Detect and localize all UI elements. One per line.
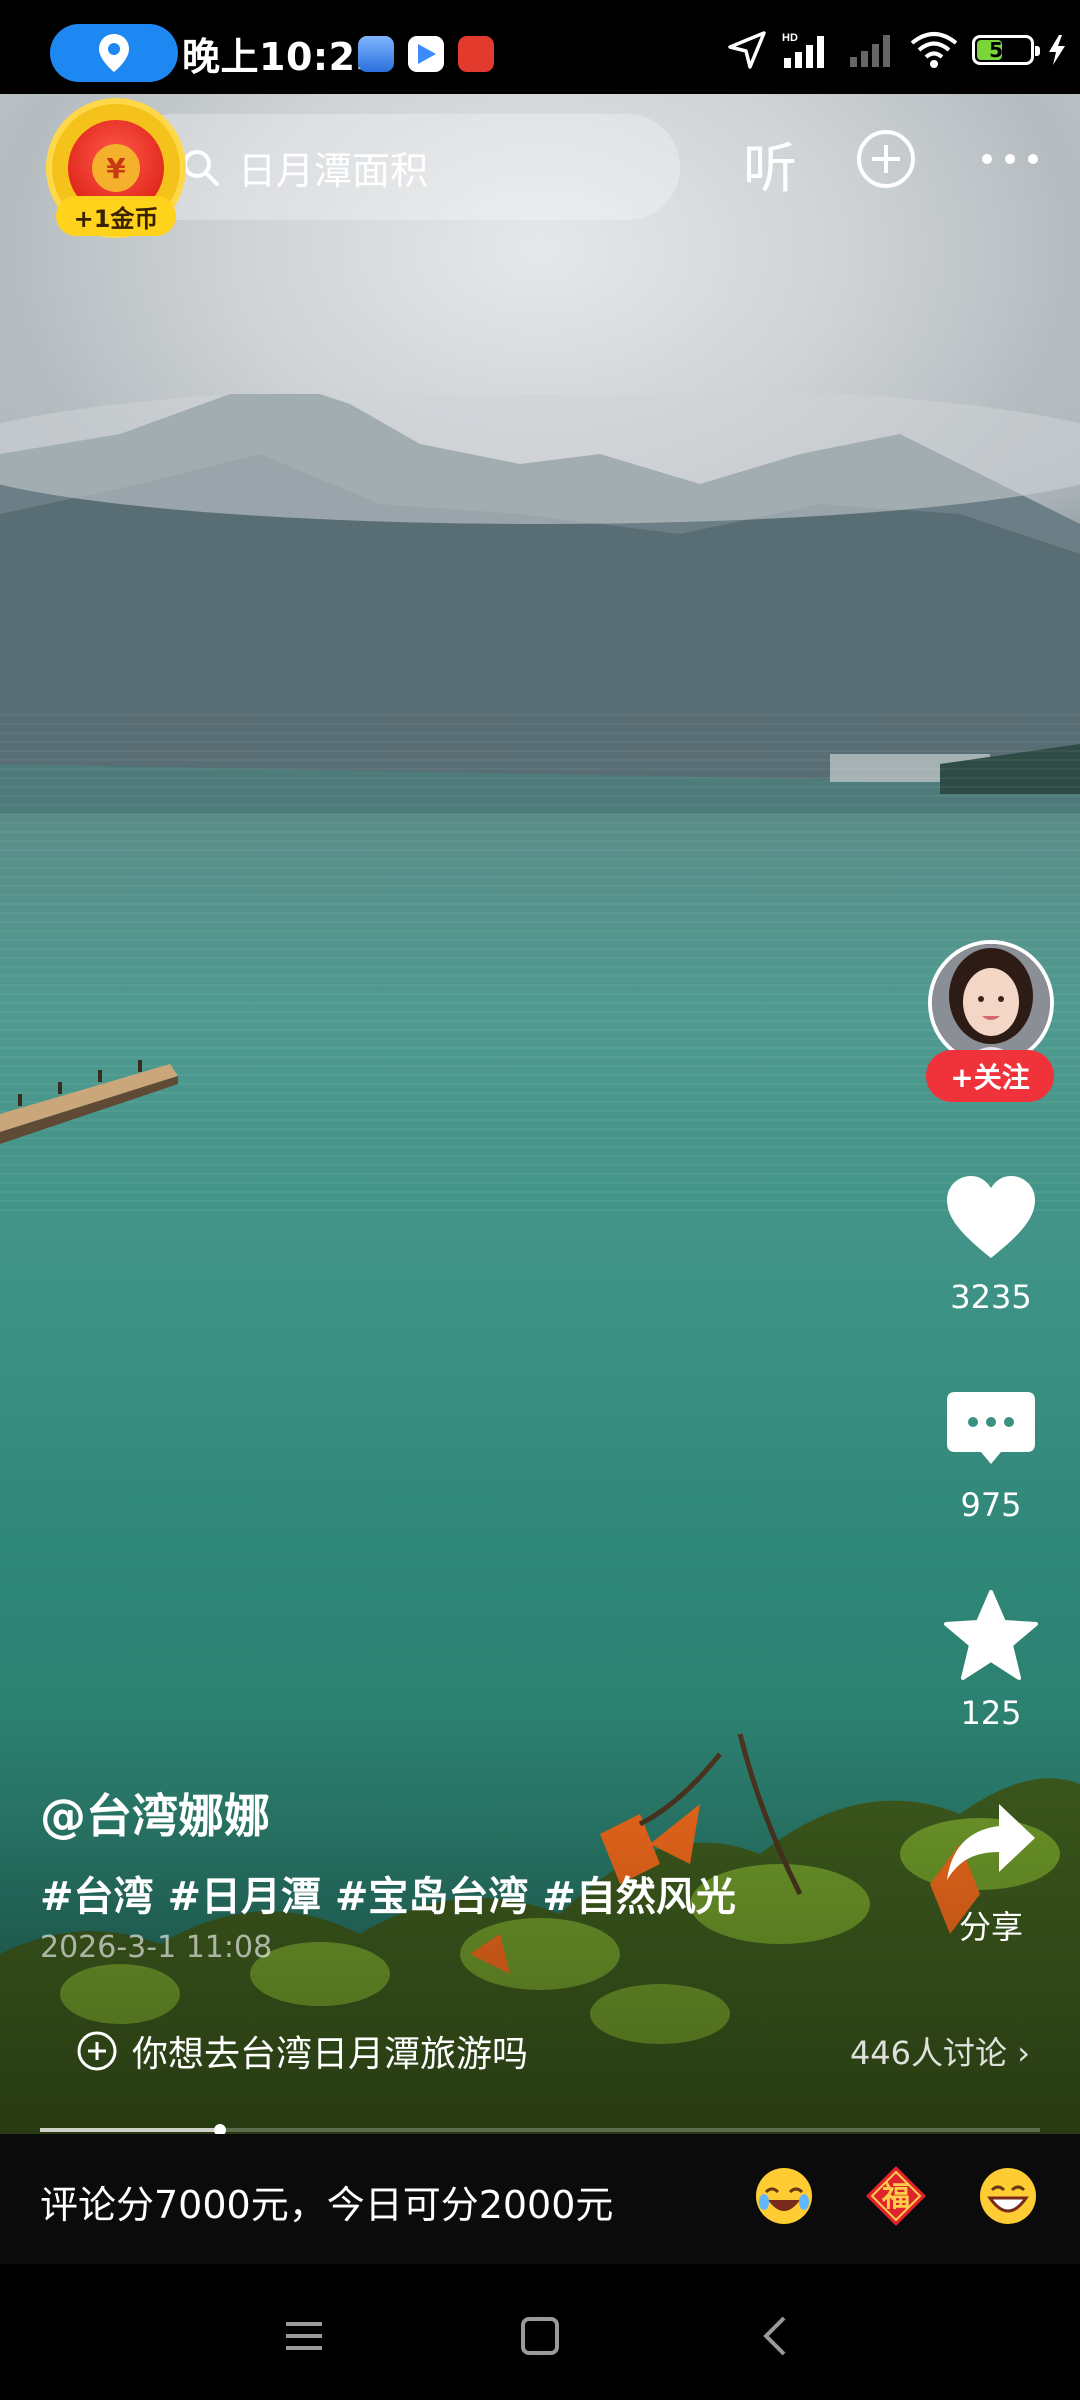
signal-weak-icon bbox=[850, 35, 890, 67]
home-icon[interactable] bbox=[510, 2306, 570, 2366]
follow-button[interactable]: +关注 bbox=[926, 1050, 1054, 1102]
play-store-icon bbox=[408, 36, 444, 72]
more-icon[interactable] bbox=[975, 134, 1045, 184]
status-bar: 晚上10:25 HD 51 bbox=[0, 0, 1080, 94]
post-date: 2026-3-1 11:08 bbox=[40, 1930, 273, 1965]
add-icon[interactable] bbox=[855, 128, 917, 190]
location-indicator[interactable] bbox=[50, 24, 178, 82]
creator-profile[interactable]: +关注 bbox=[926, 940, 1056, 1110]
status-time: 晚上10:25 bbox=[182, 35, 383, 79]
share-label: 分享 bbox=[958, 1908, 1023, 1946]
location-icon bbox=[99, 34, 129, 72]
search-bar[interactable]: 日月潭面积 bbox=[120, 114, 680, 220]
notification-icons bbox=[358, 36, 494, 72]
back-icon[interactable] bbox=[746, 2306, 806, 2366]
menu-icon[interactable] bbox=[274, 2306, 334, 2366]
svg-text:¥: ¥ bbox=[106, 152, 126, 185]
laugh-emoji-icon[interactable] bbox=[752, 2164, 816, 2228]
battery-indicator: 51 bbox=[972, 35, 1040, 65]
navigation-arrow-icon bbox=[728, 31, 766, 69]
comment-placeholder: 评论分7000元，今日可分2000元 bbox=[40, 2183, 614, 2227]
share-icon bbox=[947, 1804, 1035, 1880]
favorite-button[interactable]: 125 bbox=[926, 1586, 1056, 1732]
author-name[interactable]: @台湾娜娜 bbox=[40, 1780, 900, 1846]
comment-button[interactable]: 975 bbox=[926, 1378, 1056, 1524]
battery-level: 51 bbox=[989, 38, 1017, 62]
topic-question: 你想去台湾日月潭旅游吗 bbox=[132, 2034, 529, 2075]
wifi-icon bbox=[910, 32, 958, 68]
news-app-icon bbox=[458, 36, 494, 72]
coin-reward-label: +1金币 bbox=[56, 196, 176, 236]
video-progress-bar[interactable] bbox=[40, 2124, 1040, 2136]
grin-emoji-icon[interactable] bbox=[976, 2164, 1040, 2228]
wallet-app-icon bbox=[358, 36, 394, 72]
progress-fill bbox=[40, 2128, 220, 2132]
fu-emoji-icon[interactable]: 福 bbox=[864, 2164, 928, 2228]
signal-hd-icon: HD bbox=[782, 32, 824, 68]
comment-icon bbox=[947, 1392, 1035, 1464]
post-info: @台湾娜娜 #台湾 #日月潭 #宝岛台湾 #自然风光 2026-3-1 11:0… bbox=[40, 1780, 900, 1965]
favorite-count: 125 bbox=[960, 1694, 1022, 1732]
system-navigation-bar bbox=[0, 2264, 1080, 2400]
topic-discussion-count: 446人讨论 › bbox=[849, 2034, 1030, 2072]
comment-count: 975 bbox=[960, 1486, 1022, 1524]
listen-button[interactable]: 听 bbox=[735, 128, 805, 200]
top-bar: 日月潭面积 ¥ +1金币 听 bbox=[0, 94, 1080, 244]
svg-text:福: 福 bbox=[881, 2180, 910, 2213]
hashtags[interactable]: #台湾 #日月潭 #宝岛台湾 #自然风光 bbox=[40, 1864, 900, 1922]
comment-input-bar[interactable]: 评论分7000元，今日可分2000元 福 bbox=[0, 2134, 1080, 2264]
share-button[interactable]: 分享 bbox=[926, 1794, 1056, 1948]
avatar[interactable] bbox=[928, 940, 1054, 1066]
search-icon bbox=[183, 150, 219, 186]
heart-icon bbox=[947, 1176, 1035, 1258]
search-query: 日月潭面积 bbox=[238, 148, 429, 193]
topic-plus-icon bbox=[77, 2031, 117, 2071]
star-icon bbox=[944, 1590, 1038, 1680]
gold-coin-reward[interactable]: ¥ +1金币 bbox=[46, 98, 186, 238]
topic-bar[interactable]: 你想去台湾日月潭旅游吗 446人讨论 › bbox=[40, 2016, 1040, 2086]
system-status-icons: HD 51 bbox=[728, 30, 1066, 70]
battery-tip bbox=[1035, 46, 1040, 56]
svg-text:HD: HD bbox=[782, 32, 798, 44]
pier bbox=[0, 1060, 178, 1144]
charging-bolt-icon bbox=[1049, 35, 1065, 65]
like-count: 3235 bbox=[950, 1278, 1032, 1316]
like-button[interactable]: 3235 bbox=[926, 1170, 1056, 1316]
